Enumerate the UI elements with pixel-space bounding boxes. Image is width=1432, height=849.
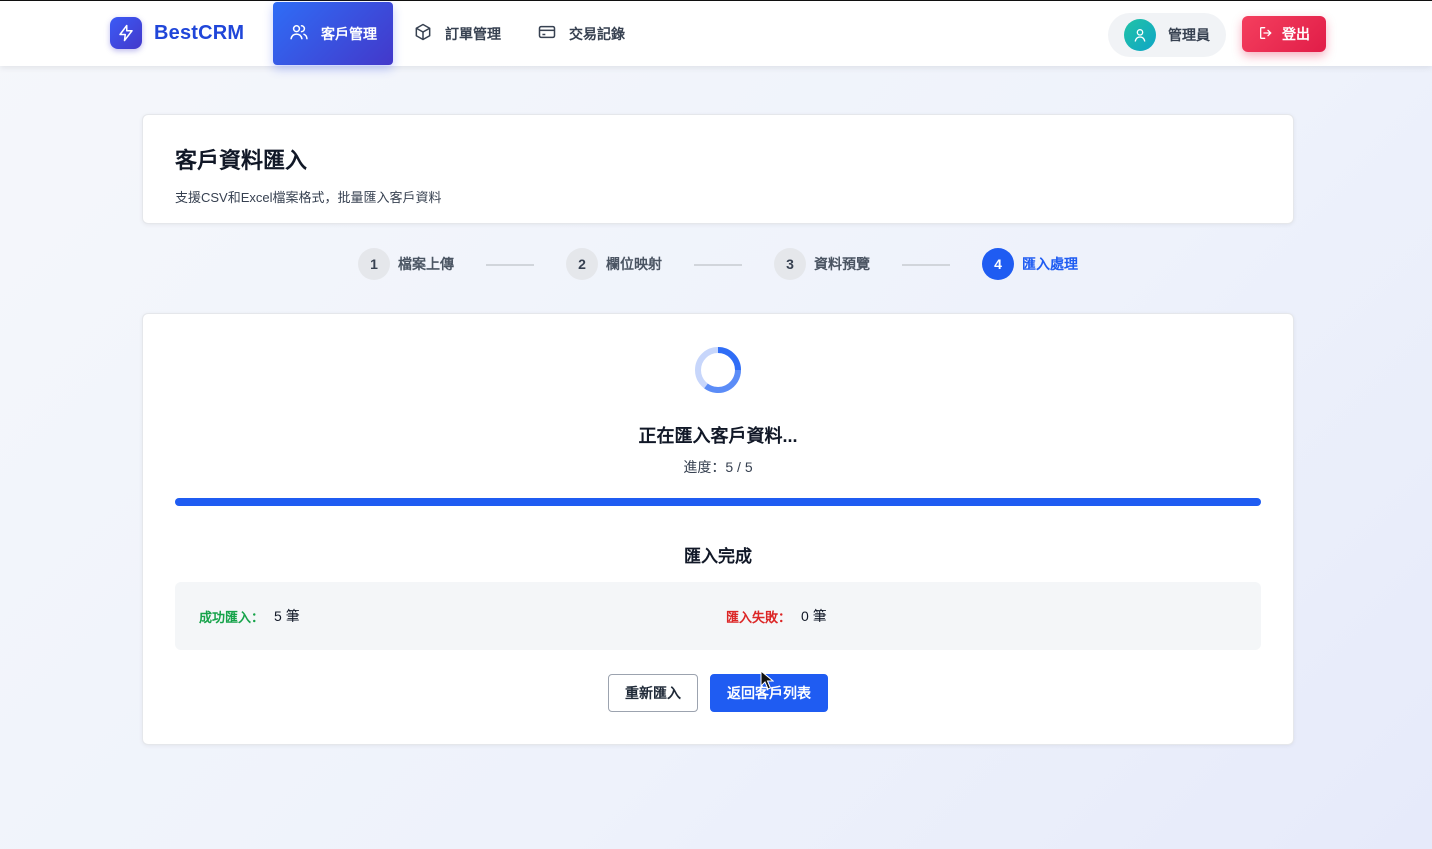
nav-item-orders[interactable]: 訂單管理: [397, 2, 517, 65]
step-data-preview: 3 資料預覽: [774, 248, 870, 280]
progress-text: 進度：5 / 5: [683, 459, 753, 475]
step-label: 匯入處理: [1022, 256, 1078, 272]
import-stepper: 1 檔案上傳 2 欄位映射 3 資料預覽 4 匯入處理: [0, 248, 1432, 282]
nav-item-label: 交易記錄: [569, 25, 625, 42]
user-name: 管理員: [1168, 27, 1210, 43]
progress-bar-fill: [175, 498, 1261, 506]
step-number: 3: [774, 248, 806, 280]
step-label: 資料預覽: [814, 256, 870, 272]
step-file-upload: 1 檔案上傳: [358, 248, 454, 280]
box-icon: [413, 22, 445, 45]
failure-count: 匯入失敗： 0 筆: [726, 606, 827, 626]
fail-value: 0 筆: [801, 608, 827, 624]
success-value: 5 筆: [274, 608, 300, 624]
user-icon: [1124, 19, 1156, 51]
page-title: 客戶資料匯入: [175, 148, 308, 173]
import-progress-card: 正在匯入客戶資料... 進度：5 / 5 匯入完成 成功匯入： 5 筆 匯入失敗…: [142, 313, 1294, 745]
fail-label: 匯入失敗：: [726, 609, 792, 625]
logout-label: 登出: [1282, 26, 1310, 42]
nav-item-transactions[interactable]: 交易記錄: [521, 2, 641, 65]
import-summary: 成功匯入： 5 筆 匯入失敗： 0 筆: [175, 582, 1261, 650]
page-header-card: 客戶資料匯入 支援CSV和Excel檔案格式，批量匯入客戶資料: [142, 114, 1294, 224]
progress-bar: [175, 498, 1261, 506]
import-status-title: 正在匯入客戶資料...: [638, 426, 798, 446]
nav-item-customers[interactable]: 客戶管理: [273, 2, 393, 65]
reimport-button[interactable]: 重新匯入: [608, 674, 698, 712]
step-field-mapping: 2 欄位映射: [566, 248, 662, 280]
step-connector: [902, 264, 950, 266]
success-count: 成功匯入： 5 筆: [199, 606, 300, 626]
success-label: 成功匯入：: [199, 609, 265, 625]
loading-spinner-icon: [694, 346, 742, 394]
credit-card-icon: [537, 22, 569, 45]
user-menu[interactable]: 管理員: [1108, 13, 1226, 57]
mouse-cursor-icon: [760, 669, 775, 695]
step-connector: [694, 264, 742, 266]
step-number: 4: [982, 248, 1014, 280]
nav-item-label: 訂單管理: [445, 25, 501, 42]
step-import-processing: 4 匯入處理: [982, 248, 1078, 280]
page-subtitle: 支援CSV和Excel檔案格式，批量匯入客戶資料: [175, 190, 442, 205]
step-number: 2: [566, 248, 598, 280]
lightning-bolt-icon: [110, 17, 142, 49]
top-navbar: BestCRM 客戶管理 訂單管理 交易記錄 管理員 登出: [0, 1, 1432, 66]
step-label: 欄位映射: [606, 256, 662, 272]
step-connector: [486, 264, 534, 266]
import-complete-title: 匯入完成: [684, 547, 752, 566]
step-number: 1: [358, 248, 390, 280]
logout-icon: [1258, 25, 1282, 44]
brand[interactable]: BestCRM: [110, 17, 244, 49]
nav-item-label: 客戶管理: [321, 25, 377, 42]
customers-icon: [289, 22, 321, 45]
brand-name: BestCRM: [154, 21, 245, 44]
logout-button[interactable]: 登出: [1242, 16, 1326, 52]
step-label: 檔案上傳: [398, 256, 454, 272]
